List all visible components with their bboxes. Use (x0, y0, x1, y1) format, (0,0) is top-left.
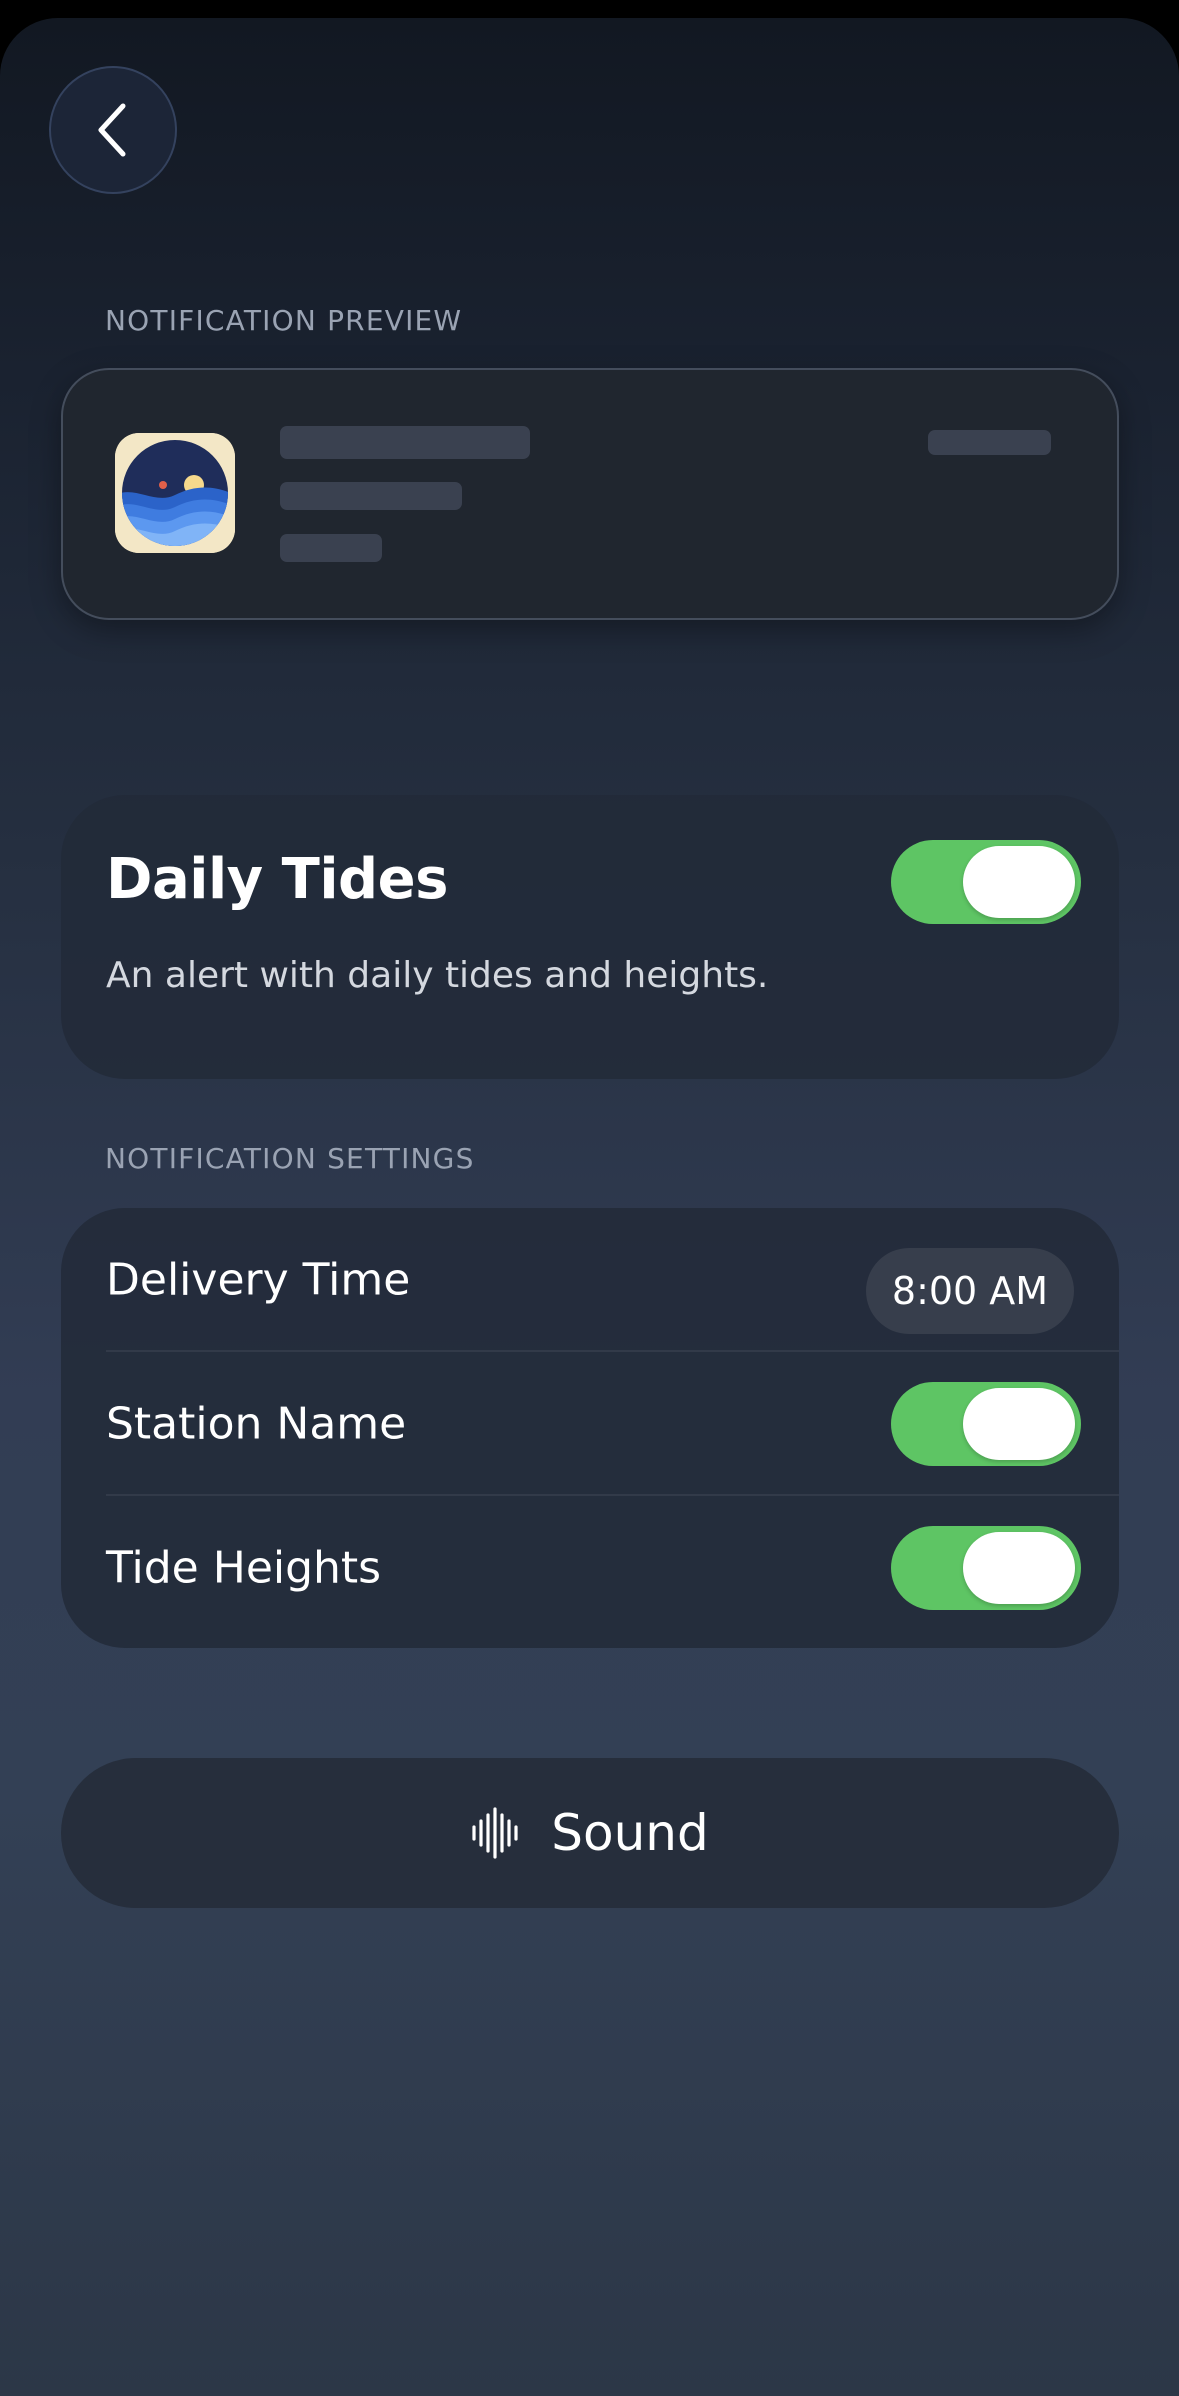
preview-title-placeholder (280, 426, 530, 459)
notification-preview-card (61, 368, 1119, 620)
station-name-toggle[interactable] (891, 1382, 1081, 1466)
toggle-knob (963, 1532, 1075, 1604)
sound-label: Sound (551, 1804, 709, 1862)
toggle-knob (963, 1388, 1075, 1460)
delivery-time-picker[interactable]: 8:00 AM (866, 1248, 1074, 1334)
station-name-row: Station Name (61, 1352, 1119, 1496)
screen: NOTIFICATION PREVIEW Daily Tides An aler… (0, 18, 1179, 2396)
tide-heights-label: Tide Heights (106, 1542, 382, 1594)
back-button[interactable] (49, 66, 177, 194)
preview-time-placeholder (928, 430, 1051, 455)
notification-settings-label: NOTIFICATION SETTINGS (105, 1142, 475, 1175)
preview-line-short-placeholder (280, 534, 382, 562)
tide-heights-toggle[interactable] (891, 1526, 1081, 1610)
daily-tides-title: Daily Tides (106, 847, 448, 912)
daily-tides-card: Daily Tides An alert with daily tides an… (61, 795, 1119, 1079)
daily-tides-description: An alert with daily tides and heights. (106, 955, 769, 996)
delivery-time-row[interactable]: Delivery Time 8:00 AM (61, 1208, 1119, 1352)
tide-heights-row: Tide Heights (61, 1496, 1119, 1640)
chevron-left-icon (98, 103, 126, 157)
delivery-time-label: Delivery Time (106, 1254, 411, 1306)
tide-app-icon (115, 433, 235, 553)
station-name-label: Station Name (106, 1398, 407, 1450)
notification-preview-label: NOTIFICATION PREVIEW (105, 304, 463, 337)
toggle-knob (963, 846, 1075, 918)
notification-settings-card: Delivery Time 8:00 AM Station Name Tide … (61, 1208, 1119, 1648)
sound-button[interactable]: Sound (61, 1758, 1119, 1908)
preview-line-placeholder (280, 482, 462, 510)
waveform-icon (472, 1807, 518, 1859)
daily-tides-toggle[interactable] (891, 840, 1081, 924)
